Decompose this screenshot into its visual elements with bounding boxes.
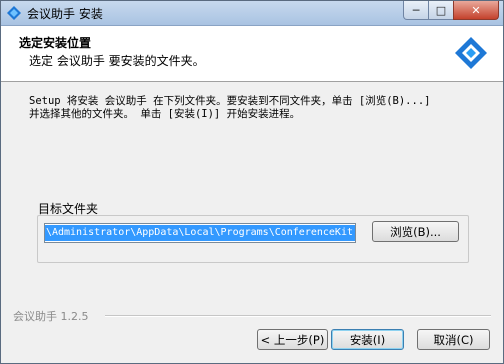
window-title: 会议助手 安装 <box>27 7 103 21</box>
page-title: 选定安装位置 <box>19 36 92 50</box>
maximize-button[interactable]: □ <box>428 1 454 20</box>
footer-divider <box>105 315 491 317</box>
destination-path-value: s\Administrator\AppData\Local\Programs\C… <box>45 225 355 241</box>
title-bar[interactable]: 会议助手 安装 ─ □ ✕ <box>1 1 503 26</box>
diamond-logo-icon <box>455 37 487 69</box>
page-subtitle: 选定 会议助手 要安装的文件夹。 <box>29 54 205 68</box>
footer-brand: 会议助手 1.2.5 <box>13 310 89 323</box>
minimize-button[interactable]: ─ <box>403 1 429 20</box>
installer-window: 会议助手 安装 ─ □ ✕ 选定安装位置 选定 会议助手 要安装的文件夹。 Se… <box>0 0 504 364</box>
page-header: 选定安装位置 选定 会议助手 要安装的文件夹。 <box>1 26 503 82</box>
install-button[interactable]: 安装(I) <box>331 329 404 350</box>
instructions-text: Setup 将安装 会议助手 在下列文件夹。要安装到不同文件夹，单击 [浏览(B… <box>29 95 431 120</box>
destination-label: 目标文件夹 <box>38 202 99 216</box>
cancel-button[interactable]: 取消(C) <box>417 329 490 350</box>
app-icon <box>7 6 21 20</box>
destination-path-input[interactable]: s\Administrator\AppData\Local\Programs\C… <box>44 223 356 243</box>
close-button[interactable]: ✕ <box>453 1 499 20</box>
browse-button[interactable]: 浏览(B)... <box>372 221 459 242</box>
back-button[interactable]: < 上一步(P) <box>257 329 328 350</box>
